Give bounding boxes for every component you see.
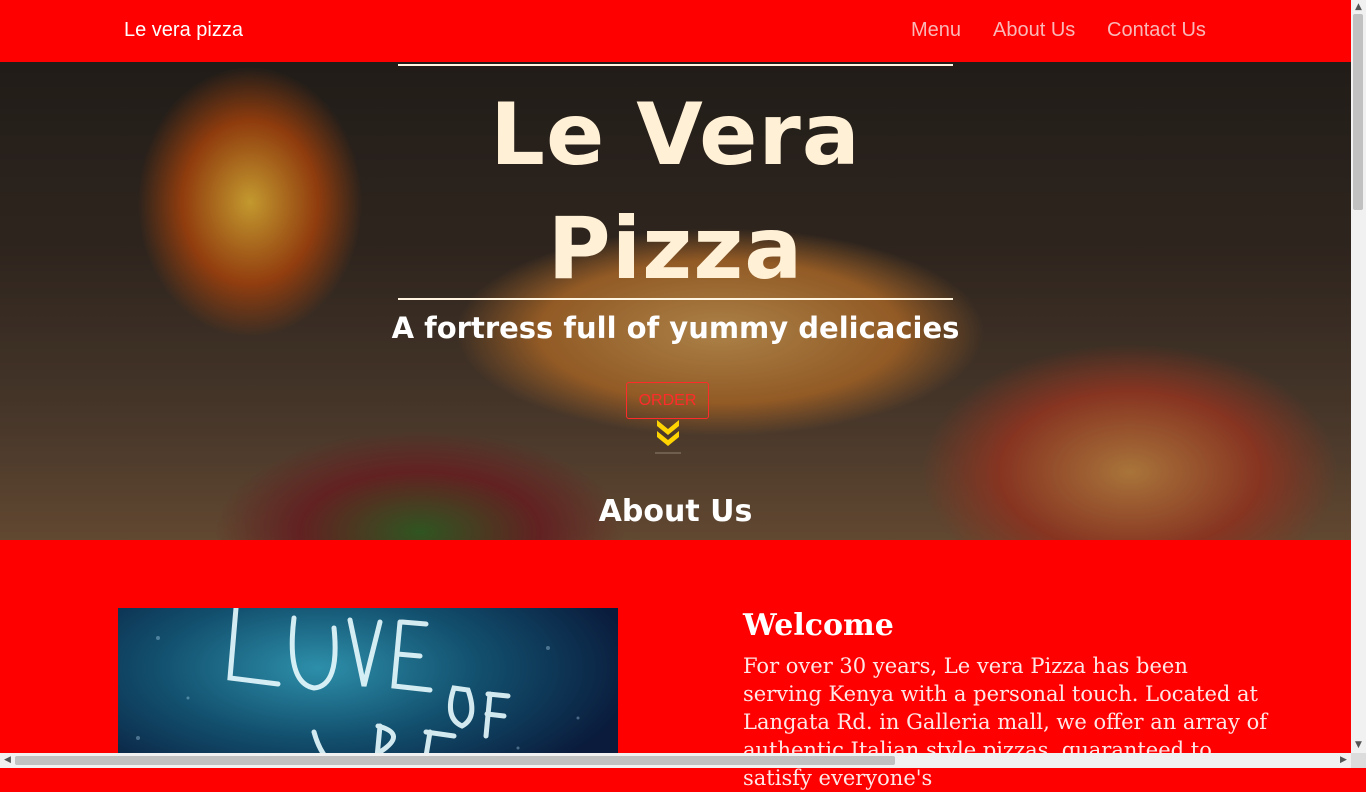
nav-link-contact-us[interactable]: Contact Us	[1107, 19, 1206, 42]
scroll-down-arrow-icon[interactable]: ▼	[1351, 738, 1366, 753]
hero-bottom-rule	[398, 298, 953, 300]
horizontal-scrollbar-thumb[interactable]	[15, 756, 895, 765]
hero-tagline: A fortress full of yummy delicacies	[391, 311, 960, 345]
hero-title: Le Vera Pizza	[398, 78, 953, 306]
hero-section: Le Vera Pizza A fortress full of yummy d…	[0, 62, 1351, 540]
scroll-up-arrow-icon[interactable]: ▲	[1351, 0, 1366, 15]
welcome-text: For over 30 years, Le vera Pizza has bee…	[743, 654, 1268, 790]
welcome-title: Welcome	[743, 608, 894, 643]
hero-top-rule	[398, 64, 953, 66]
nav-link-menu[interactable]: Menu	[911, 19, 961, 42]
brand-link[interactable]: Le vera pizza	[124, 19, 243, 42]
about-section: Welcome For over 30 years, Le vera Pizza…	[0, 540, 1351, 790]
scroll-right-arrow-icon[interactable]: ▶	[1336, 753, 1351, 768]
neon-sign-image	[118, 608, 618, 768]
order-button[interactable]: ORDER	[626, 382, 709, 419]
double-chevron-down-icon	[655, 420, 681, 454]
hero-title-line-1: Le Vera	[490, 85, 861, 185]
scroll-left-arrow-icon[interactable]: ◀	[0, 753, 15, 768]
neon-sign-graphic	[136, 608, 580, 768]
top-navbar: Le vera pizza Menu About Us Contact Us	[0, 0, 1351, 62]
about-us-heading: About Us	[598, 494, 753, 529]
scrollbar-corner	[1351, 753, 1366, 768]
nav-link-about-us[interactable]: About Us	[993, 19, 1075, 42]
vertical-scrollbar-thumb[interactable]	[1353, 14, 1363, 210]
hero-title-line-2: Pizza	[547, 199, 804, 299]
